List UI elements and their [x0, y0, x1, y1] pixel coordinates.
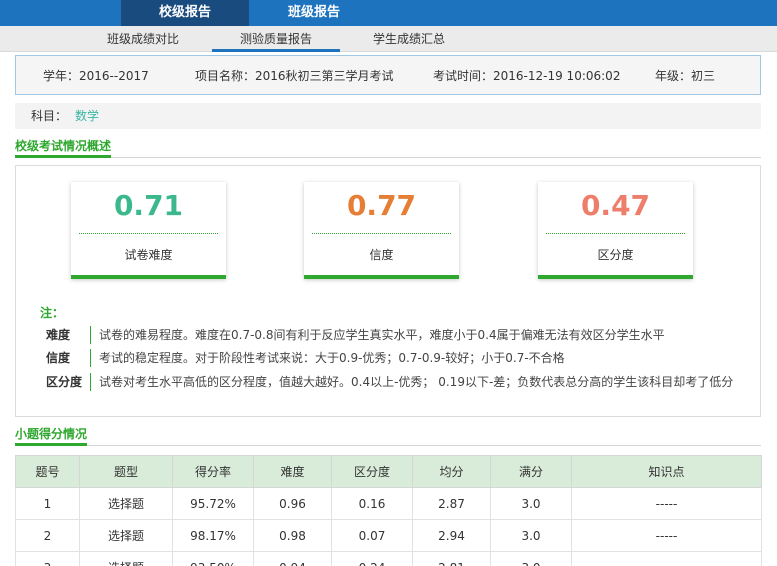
cell-number: 1: [15, 487, 80, 520]
col-header-difficulty: 难度: [253, 455, 332, 488]
cell-number: 3: [15, 551, 80, 566]
cell-number: 2: [15, 519, 80, 552]
difficulty-caption: 试卷难度: [124, 248, 173, 262]
subject-row: 科目： 数学: [15, 103, 761, 129]
col-header-type: 题型: [79, 455, 173, 488]
note-term: 信度: [46, 351, 71, 365]
card-divider: [546, 233, 685, 234]
cell-average: 2.87: [412, 487, 491, 520]
cell-difficulty: 0.96: [253, 487, 332, 520]
cell-type: 选择题: [79, 551, 173, 566]
table-row: 3 选择题 93.50% 0.94 0.24 2.81 3.0 -----: [15, 551, 762, 566]
table-row: 1 选择题 95.72% 0.96 0.16 2.87 3.0 -----: [15, 487, 762, 520]
cell-full-score: 3.0: [490, 487, 572, 520]
note-desc: 考试的稳定程度。对于阶段性考试来说：大于0.9-优秀；0.7-0.9-较好；小于…: [90, 349, 565, 367]
cell-type: 选择题: [79, 487, 173, 520]
cell-discrimination: 0.07: [331, 519, 413, 552]
reliability-card: 0.77 信度: [304, 182, 459, 279]
discrimination-value: 0.47: [580, 189, 651, 222]
section-title-items: 小题得分情况: [15, 426, 761, 446]
cell-score-rate: 95.72%: [172, 487, 254, 520]
section-items-label: 小题得分情况: [15, 426, 88, 446]
table-header-row: 题号 题型 得分率 难度 区分度 均分 满分 知识点: [15, 455, 762, 488]
top-nav: 校级报告 班级报告: [0, 0, 777, 26]
note-term: 区分度: [46, 375, 83, 389]
cell-full-score: 3.0: [490, 551, 572, 566]
note-difficulty: 难度 试卷的难易程度。难度在0.7-0.8间有利于反应学生真实水平，难度小于0.4…: [46, 326, 665, 344]
tab-school-report[interactable]: 校级报告: [121, 0, 249, 26]
cell-knowledge-point: -----: [571, 487, 762, 520]
note-term: 难度: [46, 328, 71, 342]
notes-title: 注：: [40, 306, 65, 320]
cell-difficulty: 0.94: [253, 551, 332, 566]
sub-nav: 班级成绩对比 测验质量报告 学生成绩汇总: [0, 26, 777, 52]
note-desc: 试卷的难易程度。难度在0.7-0.8间有利于反应学生真实水平，难度小于0.4属于…: [90, 326, 665, 344]
cell-average: 2.94: [412, 519, 491, 552]
card-divider: [312, 233, 451, 234]
exam-info-bar: 学年：2016--2017 项目名称：2016秋初三第三学月考试 考试时间：20…: [15, 55, 761, 95]
cell-difficulty: 0.98: [253, 519, 332, 552]
note-discrimination: 区分度 试卷对考生水平高低的区分程度，值越大越好。0.4以上-优秀； 0.19以下…: [46, 373, 733, 391]
cell-discrimination: 0.16: [331, 487, 413, 520]
school-year: 学年：2016--2017: [43, 69, 149, 83]
reliability-value: 0.77: [346, 189, 417, 222]
project-name: 项目名称：2016秋初三第三学月考试: [195, 69, 394, 83]
exam-time: 考试时间：2016-12-19 10:06:02: [433, 69, 621, 83]
subtab-quality-report[interactable]: 测验质量报告: [212, 26, 340, 52]
difficulty-value: 0.71: [113, 189, 184, 222]
cell-knowledge-point: -----: [571, 551, 762, 566]
cell-average: 2.81: [412, 551, 491, 566]
col-header-full-score: 满分: [490, 455, 572, 488]
subject-label: 科目：: [31, 109, 68, 123]
tab-class-report[interactable]: 班级报告: [249, 0, 379, 26]
item-score-table: 题号 题型 得分率 难度 区分度 均分 满分 知识点 1 选择题 95.72% …: [15, 455, 762, 566]
note-desc: 试卷对考生水平高低的区分程度，值越大越好。0.4以上-优秀； 0.19以下-差；…: [90, 373, 733, 391]
subject-link[interactable]: 数学: [75, 103, 99, 129]
discrimination-caption: 区分度: [597, 248, 634, 262]
subtab-student-summary[interactable]: 学生成绩汇总: [351, 26, 467, 52]
overview-panel: 0.71 试卷难度 0.77 信度 0.47 区分度 注： 难度 试卷的难易程度。…: [15, 165, 761, 417]
section-title-overview: 校级考试情况概述: [15, 138, 761, 158]
cell-type: 选择题: [79, 519, 173, 552]
cell-score-rate: 98.17%: [172, 519, 254, 552]
col-header-score-rate: 得分率: [172, 455, 254, 488]
cell-discrimination: 0.24: [331, 551, 413, 566]
cell-full-score: 3.0: [490, 519, 572, 552]
cell-knowledge-point: -----: [571, 519, 762, 552]
discrimination-card: 0.47 区分度: [538, 182, 693, 279]
difficulty-card: 0.71 试卷难度: [71, 182, 226, 279]
subtab-class-comparison[interactable]: 班级成绩对比: [85, 26, 201, 52]
note-reliability: 信度 考试的稳定程度。对于阶段性考试来说：大于0.9-优秀；0.7-0.9-较好；…: [46, 349, 565, 367]
col-header-knowledge-point: 知识点: [571, 455, 762, 488]
cell-score-rate: 93.50%: [172, 551, 254, 566]
card-divider: [79, 233, 218, 234]
col-header-discrimination: 区分度: [331, 455, 413, 488]
table-row: 2 选择题 98.17% 0.98 0.07 2.94 3.0 -----: [15, 519, 762, 552]
col-header-average: 均分: [412, 455, 491, 488]
section-overview-label: 校级考试情况概述: [15, 138, 112, 158]
col-header-number: 题号: [15, 455, 80, 488]
grade: 年级：初三: [655, 69, 716, 83]
reliability-caption: 信度: [369, 248, 394, 262]
